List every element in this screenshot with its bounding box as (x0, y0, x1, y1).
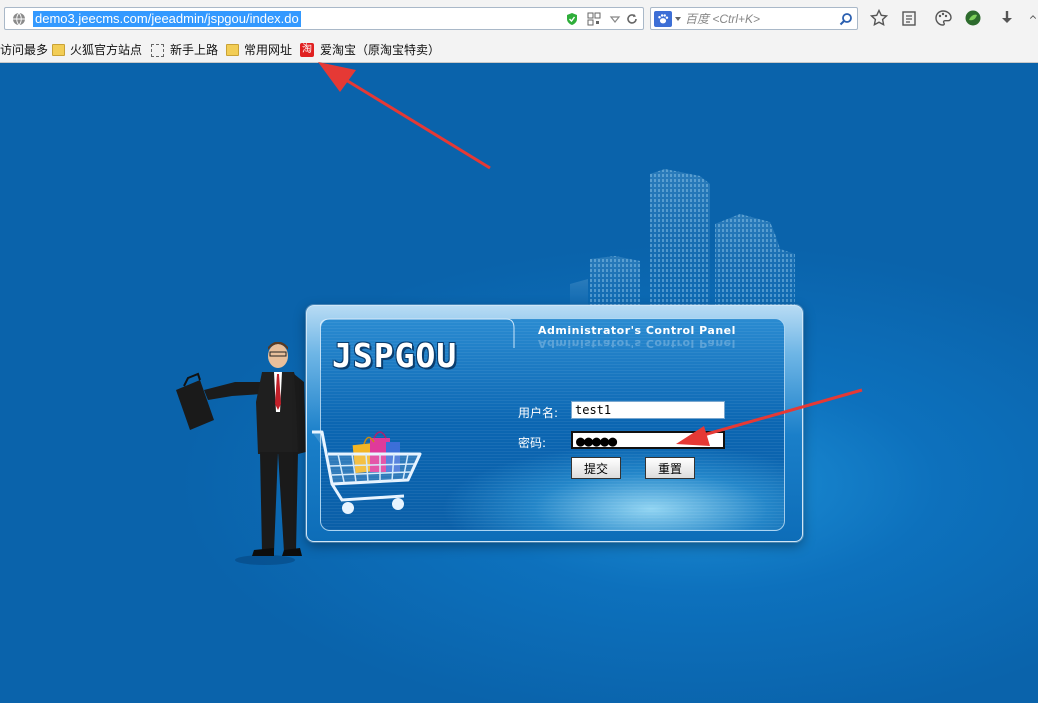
extension-icon[interactable] (962, 8, 984, 28)
shield-icon[interactable] (565, 12, 579, 26)
password-label: 密码: (518, 436, 547, 450)
overflow-menu-icon[interactable] (1028, 8, 1038, 28)
login-page: JSPGOU Administrator's Control Panel Adm… (0, 64, 1038, 703)
qr-code-icon[interactable] (587, 12, 601, 26)
bookmark-label: 常用网址 (244, 43, 293, 57)
bookmark-label: 爱淘宝（原淘宝特卖） (320, 43, 441, 57)
username-label: 用户名: (518, 406, 559, 420)
search-icon[interactable] (839, 12, 853, 26)
bookmark-getting-started[interactable]: 新手上路 (151, 40, 218, 60)
panel-title-reflection: Administrator's Control Panel (538, 337, 736, 350)
browser-toolbar: demo3.jeecms.com/jeeadmin/jspgou/index.d… (0, 0, 1038, 63)
palette-icon[interactable] (932, 8, 954, 28)
bookmark-common-sites[interactable]: 常用网址 (226, 40, 292, 60)
globe-icon (13, 12, 25, 26)
taobao-icon: 淘 (300, 43, 314, 57)
bookmark-firefox-site[interactable]: 火狐官方站点 (52, 40, 142, 60)
bookmarks-toolbar: 访问最多 火狐官方站点 新手上路 常用网址 淘 爱淘宝（原淘宝特卖） (0, 40, 1038, 60)
city-buildings-image (570, 169, 795, 314)
bookmark-most-visited[interactable]: 访问最多 (0, 40, 48, 60)
password-input[interactable]: ●●●●● (571, 431, 725, 449)
folder-icon (52, 44, 65, 56)
jspgou-logo: JSPGOU (332, 336, 458, 375)
bookmark-star-icon[interactable] (868, 8, 890, 28)
address-bar[interactable]: demo3.jeecms.com/jeeadmin/jspgou/index.d… (4, 7, 644, 30)
dropdown-icon[interactable] (608, 12, 622, 26)
baidu-paw-icon[interactable] (654, 11, 672, 27)
submit-button[interactable]: 提交 (571, 457, 621, 479)
bookmark-label: 新手上路 (170, 43, 219, 57)
shopping-cart-icon (312, 430, 422, 514)
username-input[interactable] (571, 401, 725, 419)
bookmark-label: 访问最多 (0, 43, 49, 57)
search-input[interactable] (685, 10, 835, 28)
reading-list-icon[interactable] (898, 8, 920, 28)
bookmark-ai-taobao[interactable]: 淘 爱淘宝（原淘宝特卖） (300, 40, 440, 60)
reset-button[interactable]: 重置 (645, 457, 695, 479)
search-bar[interactable] (650, 7, 858, 30)
download-icon[interactable] (996, 8, 1018, 28)
panel-title: Administrator's Control Panel (538, 324, 736, 337)
dashed-page-icon (151, 43, 164, 57)
bookmark-label: 火狐官方站点 (70, 43, 143, 57)
businessman-image (176, 342, 306, 565)
reload-icon[interactable] (625, 12, 639, 26)
url-text[interactable]: demo3.jeecms.com/jeeadmin/jspgou/index.d… (33, 11, 301, 27)
chevron-down-icon[interactable] (675, 17, 681, 21)
folder-icon (226, 44, 239, 56)
